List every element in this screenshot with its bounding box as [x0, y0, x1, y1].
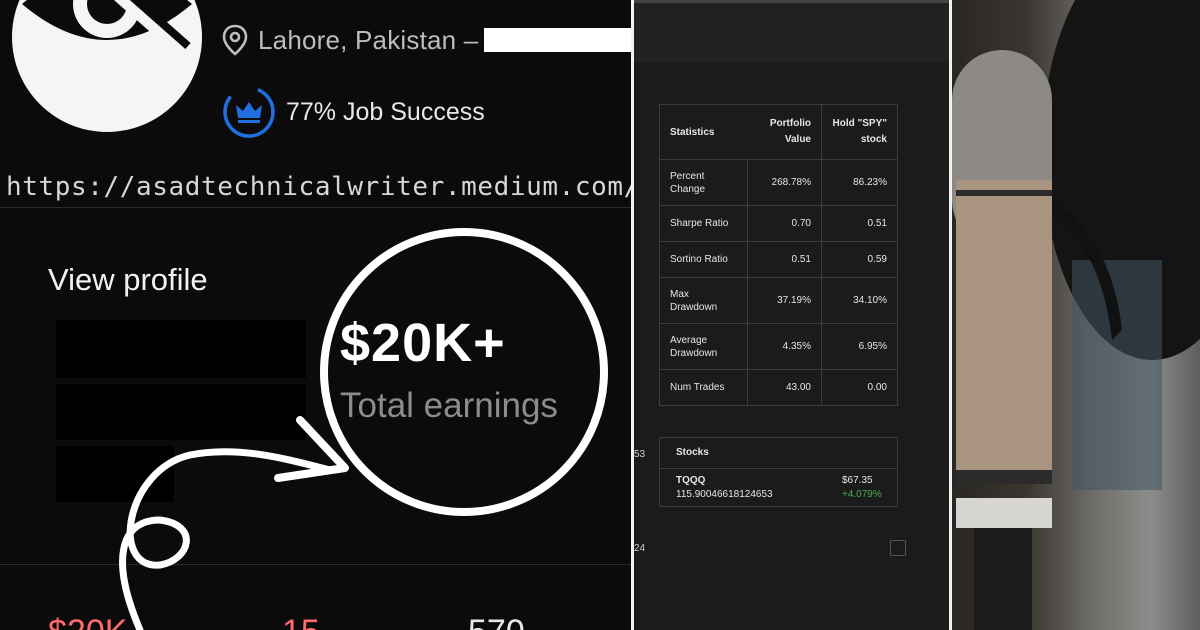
- hold-value-cell: 0.00: [821, 369, 898, 406]
- table-header-row: Statistics Portfolio Value Hold "SPY" st…: [659, 104, 898, 160]
- portfolio-value-cell: 43.00: [747, 369, 822, 406]
- highlight-circle: [320, 228, 608, 516]
- portfolio-panel: Statistics Portfolio Value Hold "SPY" st…: [634, 0, 949, 630]
- row-label: Num Trades: [659, 369, 748, 406]
- row-label: Average Drawdown: [659, 323, 748, 370]
- top-bar: [634, 0, 949, 62]
- hold-value-cell: 34.10%: [821, 277, 898, 324]
- row-label: Sortino Ratio: [659, 241, 748, 278]
- row-label: Max Drawdown: [659, 277, 748, 324]
- stock-change: +4.079%: [842, 489, 882, 500]
- header-portfolio-value: Portfolio Value: [747, 104, 822, 160]
- table-row: Sortino Ratio 0.51 0.59: [659, 241, 898, 278]
- stock-price: $67.35: [842, 475, 873, 486]
- stocks-title: Stocks: [660, 438, 897, 469]
- table-row: Percent Change 268.78% 86.23%: [659, 159, 898, 206]
- hold-value-cell: 86.23%: [821, 159, 898, 206]
- highlight-annotation: [119, 228, 608, 630]
- hold-value-cell: 6.95%: [821, 323, 898, 370]
- stocks-card: Stocks TQQQ 115.90046618124653 $67.35 +4…: [659, 437, 898, 507]
- portfolio-value-cell: 0.51: [747, 241, 822, 278]
- table-row: Num Trades 43.00 0.00: [659, 369, 898, 406]
- stock-symbol[interactable]: TQQQ: [676, 475, 705, 486]
- table-row: Average Drawdown 4.35% 6.95%: [659, 323, 898, 370]
- hold-value-cell: 0.51: [821, 205, 898, 242]
- portfolio-value-cell: 268.78%: [747, 159, 822, 206]
- clipped-text: 24: [634, 543, 646, 554]
- header-statistics: Statistics: [659, 104, 748, 160]
- row-label: Sharpe Ratio: [659, 205, 748, 242]
- microphone-illustration: [952, 0, 1200, 630]
- clipped-text: 53: [634, 449, 646, 460]
- stock-shares: 115.90046618124653: [676, 489, 773, 500]
- microphone-photo: [952, 0, 1200, 630]
- portfolio-value-cell: 0.70: [747, 205, 822, 242]
- table-row: Sharpe Ratio 0.70 0.51: [659, 205, 898, 242]
- portfolio-value-cell: 37.19%: [747, 277, 822, 324]
- header-hold-spy: Hold "SPY" stock: [821, 104, 898, 160]
- statistics-table: Statistics Portfolio Value Hold "SPY" st…: [659, 104, 898, 406]
- table-row: Max Drawdown 37.19% 34.10%: [659, 277, 898, 324]
- hold-value-cell: 0.59: [821, 241, 898, 278]
- profile-panel: Lahore, Pakistan – 77% Job Success https…: [0, 0, 632, 630]
- portfolio-value-cell: 4.35%: [747, 323, 822, 370]
- calendar-icon[interactable]: [890, 540, 906, 556]
- row-label: Percent Change: [659, 159, 748, 206]
